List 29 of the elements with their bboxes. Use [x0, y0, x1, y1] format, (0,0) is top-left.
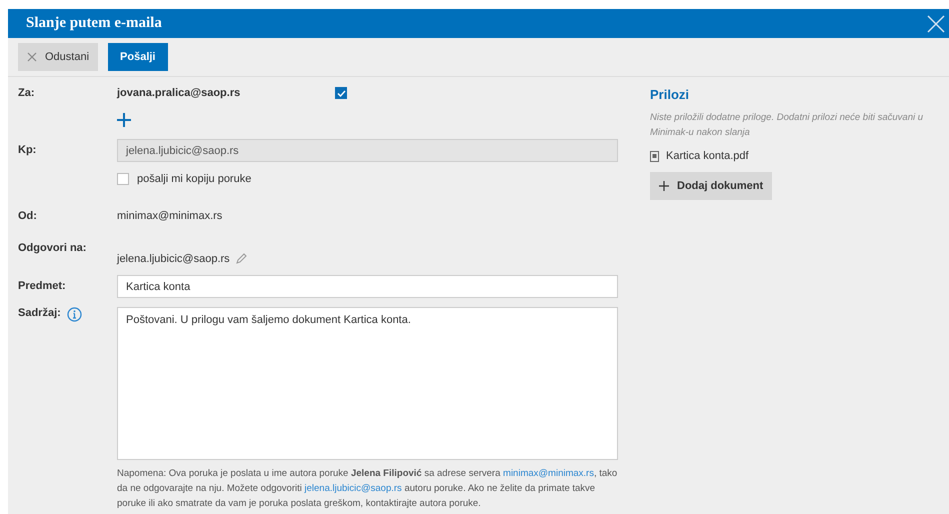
window-title: Slanje putem e-maila [26, 15, 162, 32]
subject-field[interactable]: Kartica konta [117, 275, 618, 298]
document-icon [650, 150, 659, 162]
field-label: Za: [18, 87, 36, 101]
recipient-email: jovana.pralica@saop.rs [117, 87, 240, 99]
field-label: Odgovori na: [18, 242, 88, 256]
close-icon [27, 52, 37, 62]
checkbox-label: pošalji mi kopiju poruke [137, 173, 252, 185]
reply-email: jelena.ljubicic@saop.rs [117, 252, 230, 264]
attachments-hint: Niste priložili dodatne priloge. Dodatni prilozi neće biti sačuvani u Minimak-u nakon slanja [650, 111, 924, 140]
attachment-file[interactable]: Kartica konta.pdf [666, 150, 749, 162]
info-icon[interactable] [66, 307, 82, 322]
field-label: Kp: [18, 143, 38, 158]
close-icon[interactable] [927, 14, 945, 32]
add-document-button[interactable]: Dodaj dokument [650, 172, 772, 200]
sender-email: minimax@minimax.rs [117, 210, 222, 222]
send-button[interactable]: Pošalji [108, 43, 168, 71]
message-field[interactable]: Poštovani. U prilogu vam šaljemo dokument Kartica konta. [117, 307, 618, 460]
field-label: Predmet: [18, 279, 67, 294]
pencil-icon[interactable] [236, 253, 247, 264]
attachments-heading: Prilozi [650, 87, 690, 102]
field-label: Sadržaj: [18, 307, 61, 319]
copy-checkbox[interactable] [117, 173, 129, 185]
recipient-checkbox[interactable] [335, 87, 347, 99]
add-icon [659, 181, 669, 191]
add-icon[interactable] [117, 113, 131, 127]
cancel-button[interactable]: Odustani [18, 43, 98, 71]
field-label: Od: [18, 210, 38, 224]
note-text: Napomena: Ova poruka je poslata u ime autora poruke Jelena Filipović sa adrese servera minimax@minimax.rs, tako da ne odgovarajte na nju. Možete odgovoriti jelena.ljubicic@saop.rs autoru poruke. Ako ne želite da primate takve poruke ili ako smatrate da vam je poruka poslata greškom, kontaktirajte autora poruke. [117, 467, 618, 511]
